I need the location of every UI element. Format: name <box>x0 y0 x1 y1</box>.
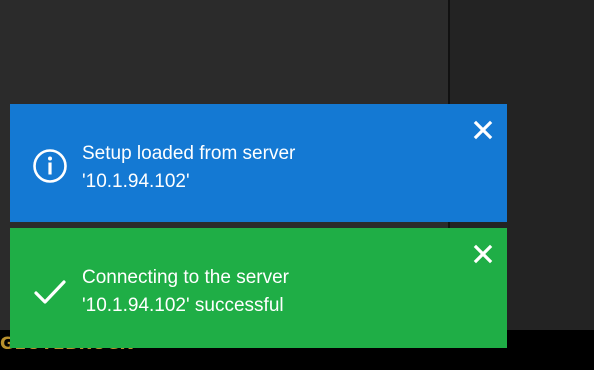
notification-line-2: '10.1.94.102' successful <box>82 295 284 316</box>
notification-line-2: '10.1.94.102' <box>82 171 190 192</box>
checkmark-icon <box>34 280 66 304</box>
notification-line-1: Setup loaded from server <box>82 143 296 164</box>
close-icon[interactable] <box>473 120 493 140</box>
close-icon[interactable] <box>473 244 493 264</box>
notification-message: Connecting to the server '10.1.94.102' s… <box>82 264 462 320</box>
notification-line-1: Connecting to the server <box>82 267 290 288</box>
notification-message: Setup loaded from server '10.1.94.102' <box>82 140 462 196</box>
info-circle-icon <box>33 149 67 183</box>
success-notification[interactable]: Connecting to the server '10.1.94.102' s… <box>10 228 507 348</box>
info-notification[interactable]: Setup loaded from server '10.1.94.102' <box>10 104 507 222</box>
